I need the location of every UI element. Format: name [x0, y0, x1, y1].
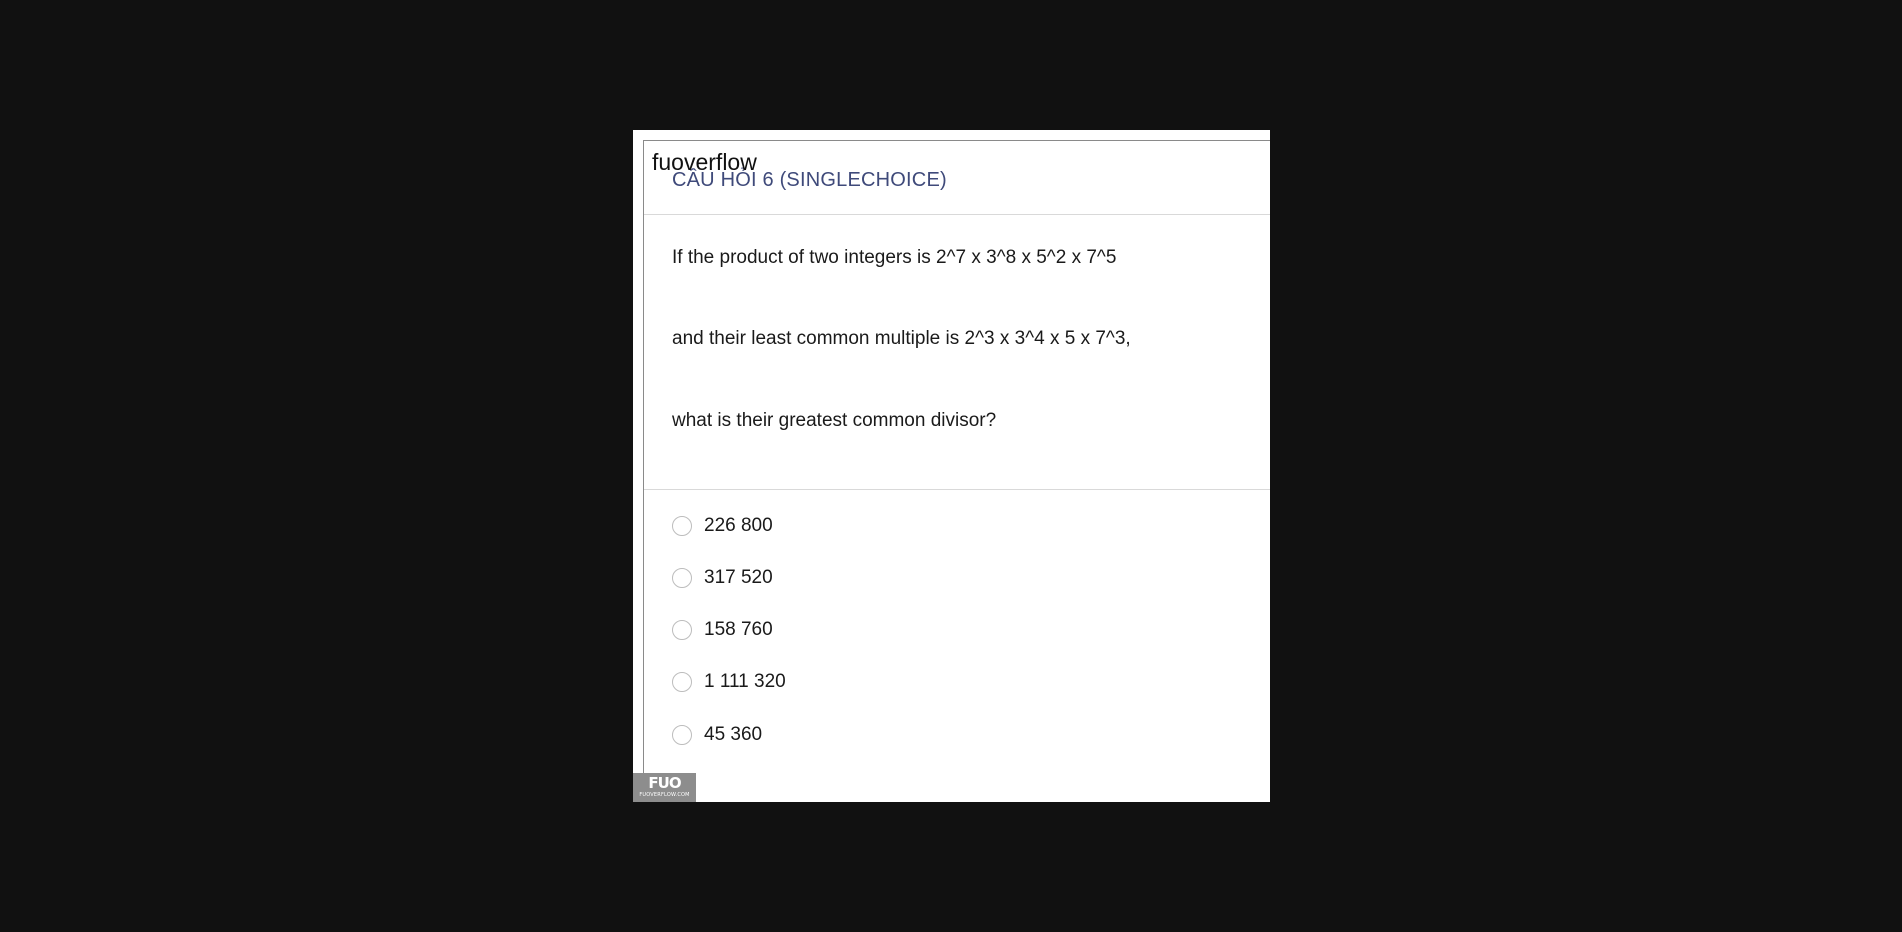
site-label: fuoverflow [652, 149, 757, 175]
question-line: If the product of two integers is 2^7 x … [672, 247, 1117, 268]
fuo-watermark-logo: FUO FUOVERFLOW.COM [633, 773, 696, 802]
answer-option-1[interactable]: 226 800 [672, 511, 773, 541]
radio-button[interactable] [672, 725, 692, 745]
radio-button[interactable] [672, 672, 692, 692]
question-line: what is their greatest common divisor? [672, 410, 997, 431]
watermark-domain: FUOVERFLOW.COM [639, 792, 690, 798]
option-label: 317 520 [704, 567, 773, 588]
radio-button[interactable] [672, 568, 692, 588]
option-label: 1 111 320 [704, 671, 786, 692]
answer-option-4[interactable]: 1 111 320 [672, 667, 786, 697]
question-header: CÂU HỎI 6 (SINGLECHOICE) fuoverflow [644, 141, 1270, 215]
watermark-logo-text: FUO [648, 774, 681, 792]
option-label: 45 360 [704, 724, 763, 745]
answer-option-5[interactable]: 45 360 [672, 720, 762, 750]
radio-button[interactable] [672, 516, 692, 536]
radio-button[interactable] [672, 620, 692, 640]
option-label: 226 800 [704, 515, 773, 536]
answer-option-2[interactable]: 317 520 [672, 563, 773, 593]
question-card: CÂU HỎI 6 (SINGLECHOICE) fuoverflow If t… [643, 140, 1270, 802]
question-body: If the product of two integers is 2^7 x … [644, 215, 1270, 490]
image-viewer: CÂU HỎI 6 (SINGLECHOICE) fuoverflow If t… [633, 130, 1270, 802]
question-line: and their least common multiple is 2^3 x… [672, 328, 1131, 349]
screen-background: CÂU HỎI 6 (SINGLECHOICE) fuoverflow If t… [0, 0, 1902, 932]
option-label: 158 760 [704, 619, 773, 640]
answer-option-3[interactable]: 158 760 [672, 615, 773, 645]
